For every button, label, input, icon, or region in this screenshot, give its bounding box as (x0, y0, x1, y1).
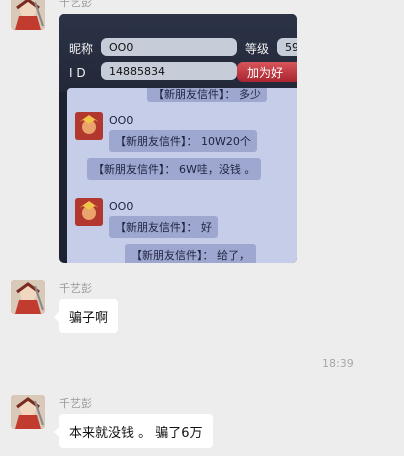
level-field: 59 (277, 38, 297, 56)
chat-line: 【新朋友信件】： 多少 (147, 88, 267, 102)
text-message[interactable]: 骗子啊 (53, 299, 119, 333)
timestamp: 18:39 (322, 357, 354, 370)
nickname-field: OO0 (101, 38, 237, 56)
id-label: I D (69, 66, 86, 80)
game-chat-panel: 【新朋友信件】： 多少 OO0 【新朋友信件】： 10W20个 【新朋友信件】：… (67, 88, 297, 263)
level-label: 等级 (245, 42, 270, 56)
add-friend-button: 加为好 (237, 62, 297, 82)
chat-line: 【新朋友信件】： 6W哇，没钱 。 (87, 158, 262, 180)
id-field: 14885834 (101, 62, 237, 80)
chat-line: 【新朋友信件】： 给了， (125, 244, 256, 263)
game-avatar-icon (75, 198, 103, 226)
avatar[interactable] (11, 0, 45, 30)
sender-avatar-icon (11, 0, 45, 30)
chat-sender-name: OO0 (109, 114, 134, 127)
sender-avatar-icon (11, 395, 45, 429)
image-message[interactable]: 昵称 OO0 等级 59 I D 14885834 加为好 【新朋友信件】： 多… (59, 14, 297, 263)
avatar[interactable] (11, 280, 45, 314)
chat-sender-name: OO0 (109, 200, 134, 213)
chat-line: 【新朋友信件】： 10W20个 (109, 130, 257, 152)
sender-avatar-icon (11, 280, 45, 314)
game-avatar-icon (75, 112, 103, 140)
chat-line: 【新朋友信件】： 好 (109, 216, 218, 238)
sender-name: 千艺彭 (59, 282, 92, 295)
nickname-label: 昵称 (69, 42, 94, 56)
sender-name: 千艺彭 (59, 397, 92, 410)
sender-name: 千艺彭 (59, 0, 92, 9)
text-message[interactable]: 本来就没钱 。 骗了6万 (54, 414, 213, 448)
avatar[interactable] (11, 395, 45, 429)
